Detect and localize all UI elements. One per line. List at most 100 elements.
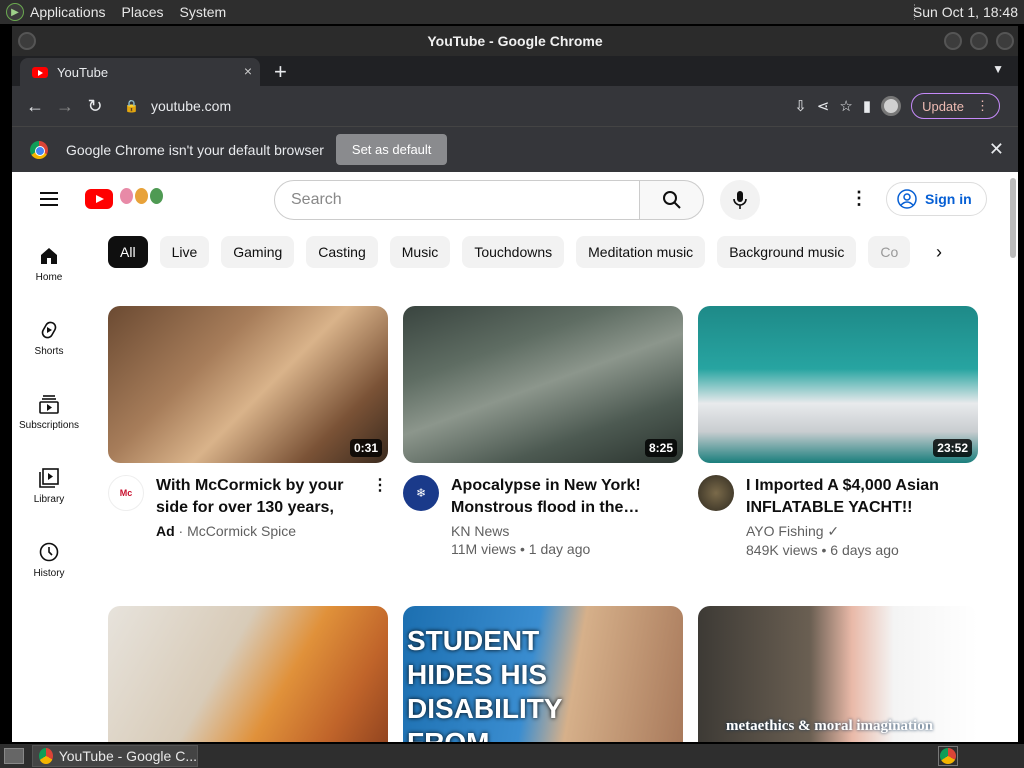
chips-next-chevron-icon[interactable]: ›: [936, 242, 942, 263]
guide-label: Shorts: [34, 346, 64, 357]
chip-casting[interactable]: Casting: [306, 236, 378, 268]
account-icon: [897, 189, 917, 209]
duration-badge: 0:31: [349, 439, 382, 457]
chip-gaming[interactable]: Gaming: [221, 236, 295, 268]
guide-item-subscriptions[interactable]: Subscriptions: [12, 380, 86, 454]
more-actions-icon[interactable]: ⋮: [372, 475, 388, 495]
guide-item-history[interactable]: History: [12, 528, 86, 602]
subscriptions-icon: [39, 395, 59, 414]
channel-avatar[interactable]: ❄: [403, 475, 439, 511]
tab-youtube[interactable]: YouTube ×: [20, 58, 260, 86]
channel-name[interactable]: KN News: [451, 523, 683, 539]
search-button[interactable]: [640, 180, 704, 220]
video-thumbnail[interactable]: STUDENT HIDES HIS DISABILITY FROM SCHOOL: [403, 606, 683, 742]
chip-meditation-music[interactable]: Meditation music: [576, 236, 706, 268]
side-panel-icon[interactable]: ▮: [863, 97, 871, 115]
video-card[interactable]: 23:52 I Imported A $4,000 Asian INFLATAB…: [698, 306, 978, 558]
chip-all[interactable]: All: [108, 236, 148, 268]
doodle-icon[interactable]: [120, 188, 163, 204]
install-app-icon[interactable]: ⇩: [794, 97, 807, 115]
clock[interactable]: Sun Oct 1, 18:48: [913, 4, 1018, 20]
ad-badge: Ad: [156, 523, 175, 539]
channel-avatar[interactable]: [698, 475, 734, 511]
channel-name[interactable]: AYO Fishing ✓: [746, 523, 978, 540]
search-input[interactable]: Search: [274, 180, 640, 220]
tray-chrome-icon[interactable]: [938, 746, 958, 766]
taskbar-task-chrome[interactable]: YouTube - Google C...: [32, 745, 198, 767]
voice-search-button[interactable]: [720, 180, 760, 220]
new-tab-button[interactable]: +: [274, 59, 287, 85]
video-title[interactable]: Apocalypse in New York! Monstrous flood …: [451, 475, 683, 519]
video-thumbnail[interactable]: [108, 606, 388, 742]
chrome-menu-icon[interactable]: ⋮: [976, 98, 989, 114]
youtube-logo-icon[interactable]: [85, 189, 113, 209]
youtube-favicon-icon: [32, 66, 48, 78]
profile-avatar-icon[interactable]: [881, 96, 902, 116]
sign-in-button[interactable]: Sign in: [886, 182, 987, 216]
settings-more-icon[interactable]: ⋮: [850, 188, 868, 209]
maximize-button[interactable]: [970, 32, 988, 50]
youtube-header: Search ⋮ Sign in: [12, 172, 1018, 228]
chip-music[interactable]: Music: [389, 236, 451, 268]
page-scrollbar[interactable]: [1010, 178, 1016, 258]
guide-item-library[interactable]: Library: [12, 454, 86, 528]
show-desktop-icon[interactable]: [4, 748, 24, 764]
chrome-icon: [39, 748, 53, 764]
guide-label: Home: [35, 272, 63, 283]
video-title[interactable]: I Imported A $4,000 Asian INFLATABLE YAC…: [746, 475, 978, 519]
search-icon: [662, 191, 681, 209]
bookmark-star-icon[interactable]: ☆: [839, 97, 852, 115]
tab-close-icon[interactable]: ×: [244, 63, 252, 79]
video-card[interactable]: 8:25 ❄ Apocalypse in New York! Monstrous…: [403, 306, 683, 557]
share-icon[interactable]: ⋖: [817, 97, 830, 115]
close-window-button[interactable]: [996, 32, 1014, 50]
video-card[interactable]: 0:31 Mc With McCormick by your side for …: [108, 306, 388, 539]
video-stats: 11M views • 1 day ago: [451, 541, 591, 557]
url-text[interactable]: youtube.com: [151, 98, 231, 114]
chip-touchdowns[interactable]: Touchdowns: [462, 236, 565, 268]
shorts-icon: [41, 321, 57, 339]
video-thumbnail[interactable]: 23:52: [698, 306, 978, 463]
video-card[interactable]: metaethics & moral imagination: [698, 606, 978, 742]
window-titlebar[interactable]: YouTube - Google Chrome: [12, 26, 1018, 56]
places-menu[interactable]: Places: [122, 4, 164, 20]
guide-label: Library: [33, 494, 65, 505]
home-icon: [41, 248, 57, 264]
chip-live[interactable]: Live: [159, 236, 210, 268]
microphone-icon: [733, 191, 747, 209]
guide-item-shorts[interactable]: Shorts: [12, 306, 86, 380]
duration-badge: 8:25: [644, 439, 677, 457]
guide-label: History: [33, 568, 65, 579]
reload-icon[interactable]: ↻: [80, 96, 110, 117]
minimize-button[interactable]: [944, 32, 962, 50]
chip-background-music[interactable]: Background music: [717, 236, 857, 268]
video-card[interactable]: STUDENT HIDES HIS DISABILITY FROM SCHOOL: [403, 606, 683, 742]
applications-menu[interactable]: Applications: [30, 4, 106, 20]
distro-logo-icon[interactable]: ▶: [6, 3, 24, 21]
video-thumbnail[interactable]: 0:31: [108, 306, 388, 463]
youtube-page: Search ⋮ Sign in Home Shorts Subscriptio…: [12, 172, 1018, 742]
system-menu[interactable]: System: [180, 4, 227, 20]
browser-toolbar: ← → ↻ 🔒 youtube.com ⇩ ⋖ ☆ ▮ Update ⋮: [12, 86, 1018, 126]
duration-badge: 23:52: [933, 439, 972, 457]
set-as-default-button[interactable]: Set as default: [335, 134, 448, 165]
lock-icon[interactable]: 🔒: [124, 99, 139, 113]
video-thumbnail[interactable]: metaethics & moral imagination: [698, 606, 978, 742]
infobar-close-icon[interactable]: ✕: [989, 139, 1004, 160]
tab-search-chevron-icon[interactable]: ▼: [992, 62, 1004, 76]
hamburger-menu-icon[interactable]: [40, 192, 58, 206]
guide-item-home[interactable]: Home: [12, 232, 86, 306]
channel-name[interactable]: McCormick Spice: [187, 523, 296, 539]
chrome-window: YouTube - Google Chrome YouTube × + ▼ ← …: [12, 26, 1018, 742]
back-arrow-icon[interactable]: ←: [20, 96, 50, 117]
video-title[interactable]: With McCormick by your side for over 130…: [156, 475, 388, 519]
chip-truncated[interactable]: Co: [868, 236, 911, 268]
window-menu-button[interactable]: [18, 32, 36, 50]
forward-arrow-icon[interactable]: →: [50, 96, 80, 117]
update-button[interactable]: Update ⋮: [911, 93, 1000, 119]
channel-avatar[interactable]: Mc: [108, 475, 144, 511]
omnibox[interactable]: 🔒 youtube.com: [124, 90, 840, 122]
bottom-taskbar: YouTube - Google C...: [0, 744, 1024, 768]
video-thumbnail[interactable]: 8:25: [403, 306, 683, 463]
video-card[interactable]: [108, 606, 388, 742]
